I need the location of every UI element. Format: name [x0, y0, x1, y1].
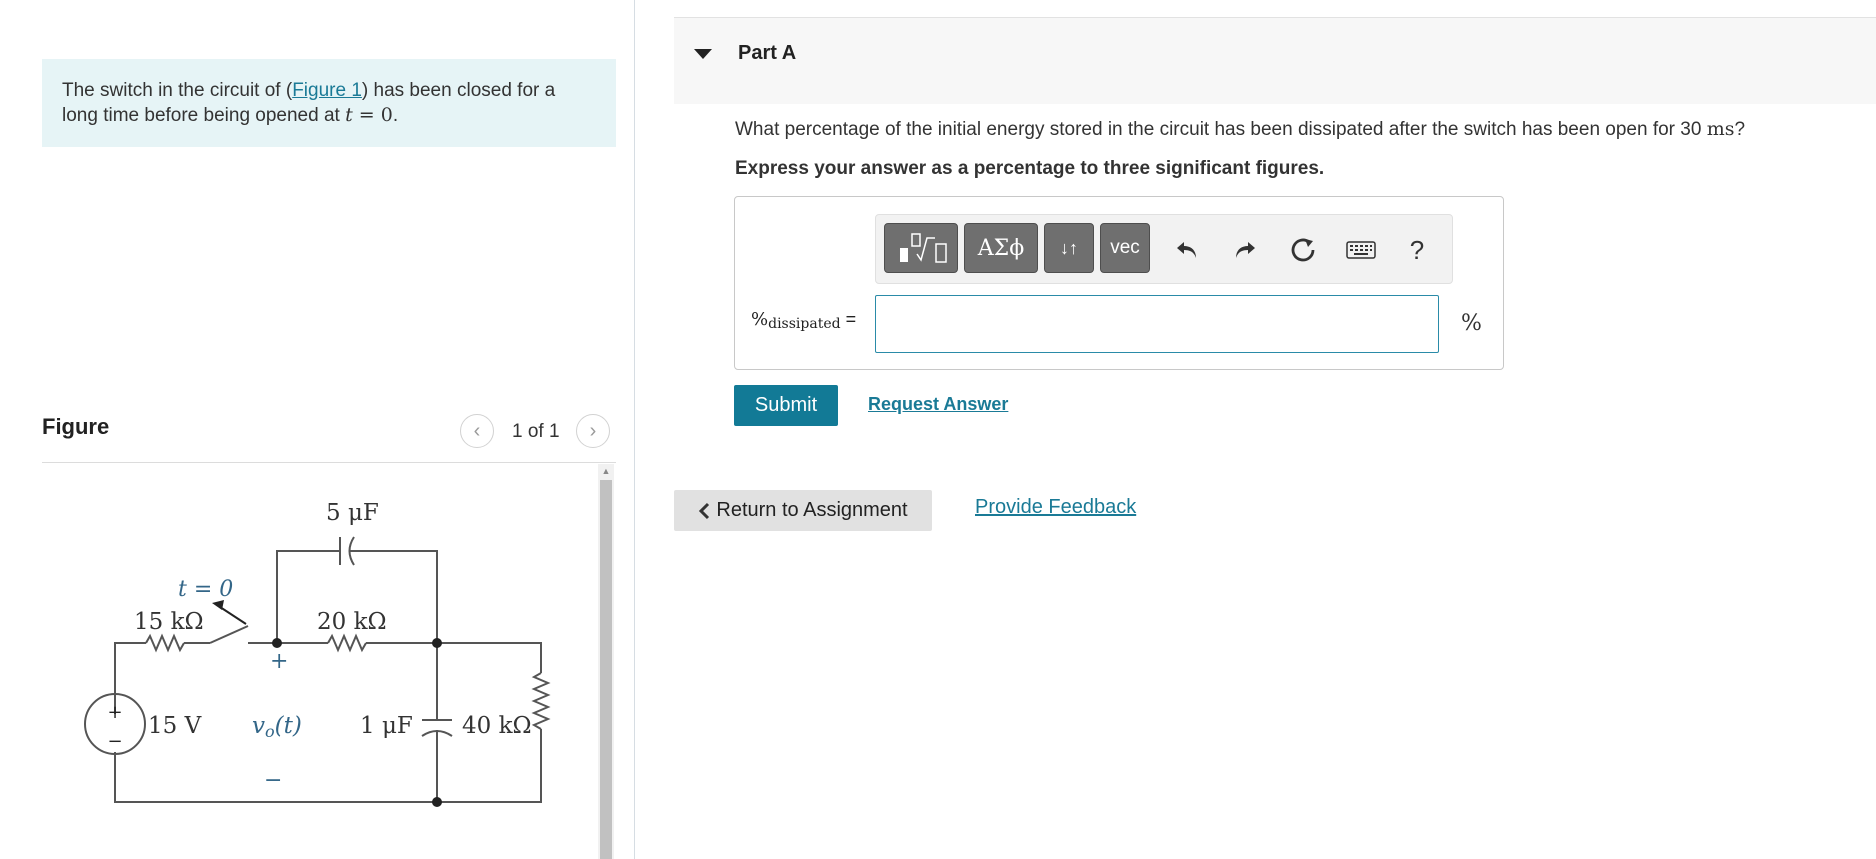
source-plus: + — [107, 702, 122, 723]
sqrt-template-icon — [900, 233, 947, 263]
figure-title: Figure — [42, 414, 110, 439]
math-variable-t: t — [345, 104, 353, 126]
question-unit: ms — [1706, 118, 1735, 140]
switch-blade — [209, 625, 249, 644]
keyboard-icon — [1346, 241, 1376, 259]
answer-input[interactable] — [875, 295, 1439, 353]
chevron-left-icon — [699, 502, 710, 519]
answer-unit: % — [1461, 311, 1482, 336]
resistor-15k — [145, 633, 185, 653]
answer-label-subscript: dissipated — [768, 316, 841, 332]
capacitor-5uF-label: 5 μF — [326, 500, 379, 526]
vo-label: vo(t) — [252, 713, 302, 741]
resistor-40k — [531, 672, 551, 730]
greek-symbols-button[interactable]: ΑΣϕ — [964, 223, 1038, 273]
answer-label: %dissipated = — [751, 309, 856, 332]
figure-link[interactable]: Figure 1 — [292, 80, 362, 101]
resistor-20k-label: 20 kΩ — [317, 609, 387, 635]
submit-button[interactable]: Submit — [734, 385, 838, 426]
part-a-header[interactable]: Part A — [674, 17, 1876, 104]
node-dot-vo — [272, 638, 282, 648]
problem-statement: The switch in the circuit of (Figure 1) … — [42, 59, 616, 147]
figure-scrollbar[interactable]: ▲ — [598, 464, 614, 859]
reset-icon — [1291, 238, 1315, 262]
previous-figure-button[interactable]: ‹ — [460, 414, 494, 448]
problem-text-start: The switch in the circuit of ( — [62, 80, 293, 101]
question-text: What percentage of the initial energy st… — [735, 118, 1745, 141]
return-label: Return to Assignment — [716, 499, 908, 521]
request-answer-link[interactable]: Request Answer — [868, 394, 1008, 415]
answer-label-percent: % — [751, 309, 769, 330]
capacitor-1uF-label: 1 μF — [360, 713, 413, 739]
question-body: What percentage of the initial energy st… — [735, 119, 1707, 140]
templates-button[interactable] — [884, 223, 958, 273]
undo-button[interactable] — [1170, 233, 1204, 267]
figure-counter: 1 of 1 — [512, 421, 560, 442]
redo-icon — [1236, 242, 1255, 258]
bottom-wire — [114, 729, 542, 803]
answer-instruction: Express your answer as a percentage to t… — [735, 158, 1325, 179]
resistor-20k — [327, 633, 367, 653]
reset-button[interactable] — [1286, 233, 1320, 267]
pane-divider — [634, 0, 635, 859]
caret-down-icon[interactable] — [694, 49, 712, 59]
right-top-wire — [366, 642, 542, 673]
figure-header: Figure ‹ 1 of 1 › — [42, 410, 616, 463]
scroll-up-arrow-icon[interactable]: ▲ — [598, 464, 614, 478]
scrollbar-thumb[interactable] — [600, 480, 612, 859]
help-button[interactable]: ? — [1400, 233, 1434, 267]
vo-plus: + — [270, 649, 288, 674]
undo-icon — [1177, 242, 1196, 258]
return-to-assignment-button[interactable]: Return to Assignment — [674, 490, 932, 531]
question-end: ? — [1734, 119, 1746, 140]
math-equals-zero: = 0 — [352, 104, 393, 126]
answer-label-equals: = — [840, 309, 857, 329]
problem-period: . — [392, 105, 399, 126]
source-minus: − — [107, 731, 122, 752]
resistor-40k-label: 40 kΩ — [462, 713, 532, 739]
provide-feedback-link[interactable]: Provide Feedback — [975, 496, 1136, 519]
next-figure-button[interactable]: › — [576, 414, 610, 448]
chevron-left-icon: ‹ — [473, 419, 481, 442]
keyboard-button[interactable] — [1344, 233, 1378, 267]
vo-minus: − — [264, 768, 282, 793]
math-toolbar: ΑΣϕ ↓↑ vec ? — [875, 214, 1453, 284]
redo-button[interactable] — [1228, 233, 1262, 267]
vector-button[interactable]: vec — [1100, 223, 1150, 273]
resistor-15k-label: 15 kΩ — [134, 609, 204, 635]
source-voltage-label: 15 V — [148, 713, 202, 739]
node-dot-bottom — [432, 797, 442, 807]
answer-panel: ΑΣϕ ↓↑ vec ? %dissipated = % — [734, 196, 1504, 370]
node-dot-top-right — [432, 638, 442, 648]
chevron-right-icon: › — [589, 419, 597, 442]
switch-time-label: t = 0 — [178, 577, 233, 602]
part-title: Part A — [738, 42, 797, 64]
arrows-button[interactable]: ↓↑ — [1044, 223, 1094, 273]
circuit-diagram: + − 5 μF t = 0 15 kΩ 20 kΩ + 15 V vo(t) … — [84, 500, 551, 807]
